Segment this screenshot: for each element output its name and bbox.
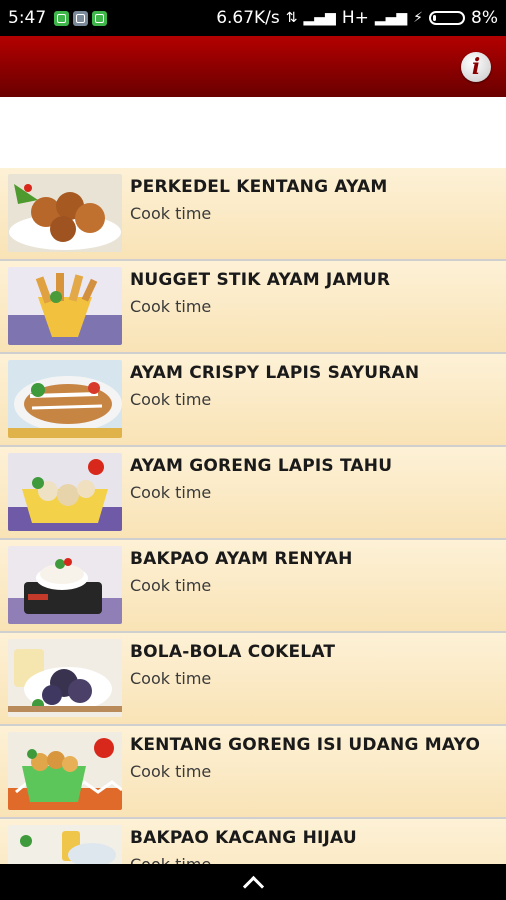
signal-icon: ▂▄▆ [374, 10, 408, 26]
recipe-title: AYAM GORENG LAPIS TAHU [130, 456, 393, 476]
recipe-thumbnail [8, 360, 122, 438]
battery-icon [429, 11, 466, 25]
recipe-item[interactable]: PERKEDEL KENTANG AYAM Cook time [0, 168, 506, 261]
recipe-thumbnail [8, 639, 122, 717]
recipe-cook-time: Cook time [130, 669, 212, 688]
recipe-list[interactable]: PERKEDEL KENTANG AYAM Cook time NUGGET STI… [0, 168, 506, 864]
recipe-cook-time: Cook time [130, 762, 212, 781]
recipe-title: AYAM CRISPY LAPIS SAYURAN [130, 363, 420, 383]
recipe-title: NUGGET STIK AYAM JAMUR [130, 270, 391, 290]
recipe-item[interactable]: NUGGET STIK AYAM JAMUR Cook time [0, 261, 506, 354]
recipe-title: BAKPAO KACANG HIJAU [130, 828, 357, 848]
data-transfer-icon: ⇅ [285, 10, 298, 26]
recipe-title: BOLA-BOLA COKELAT [130, 642, 336, 662]
notification-icon [54, 10, 70, 26]
charging-icon: ⚡ [413, 10, 424, 26]
notification-icon [73, 10, 89, 26]
clock: 5:47 [8, 8, 47, 28]
recipe-thumbnail [8, 174, 122, 252]
network-speed: 6.67K/s [216, 8, 280, 28]
app-bar: i [0, 36, 506, 97]
signal-icon: ▂▄▆ [303, 10, 336, 26]
recipe-item[interactable]: BAKPAO AYAM RENYAH Cook time [0, 540, 506, 633]
status-bar: 5:47 6.67K/s ⇅ ▂▄▆ H+ ▂▄▆ ⚡ 8% [0, 0, 506, 36]
recipe-thumbnail [8, 732, 122, 810]
recipe-cook-time: Cook time [130, 483, 212, 502]
recipe-title: KENTANG GORENG ISI UDANG MAYO [130, 735, 481, 755]
recipe-thumbnail [8, 825, 122, 864]
recipe-item[interactable]: KENTANG GORENG ISI UDANG MAYO Cook time [0, 726, 506, 819]
info-icon[interactable]: i [461, 52, 491, 82]
chevron-up-icon[interactable] [242, 875, 264, 897]
recipe-cook-time: Cook time [130, 855, 211, 864]
battery-level: 8% [471, 8, 498, 28]
recipe-thumbnail [8, 267, 122, 345]
recipe-thumbnail [8, 453, 122, 531]
recipe-thumbnail [8, 546, 122, 624]
recipe-item[interactable]: AYAM CRISPY LAPIS SAYURAN Cook time [0, 354, 506, 447]
recipe-cook-time: Cook time [130, 297, 212, 316]
recipe-title: PERKEDEL KENTANG AYAM [130, 177, 388, 197]
recipe-cook-time: Cook time [130, 576, 212, 595]
notification-icon [92, 10, 108, 26]
recipe-item[interactable]: BOLA-BOLA COKELAT Cook time [0, 633, 506, 726]
bottom-bar [0, 864, 506, 900]
recipe-item[interactable]: AYAM GORENG LAPIS TAHU Cook time [0, 447, 506, 540]
recipe-cook-time: Cook time [130, 390, 212, 409]
recipe-item[interactable]: BAKPAO KACANG HIJAU Cook time [0, 819, 506, 864]
network-type: H+ [341, 8, 369, 28]
recipe-title: BAKPAO AYAM RENYAH [130, 549, 353, 569]
recipe-cook-time: Cook time [130, 204, 212, 223]
